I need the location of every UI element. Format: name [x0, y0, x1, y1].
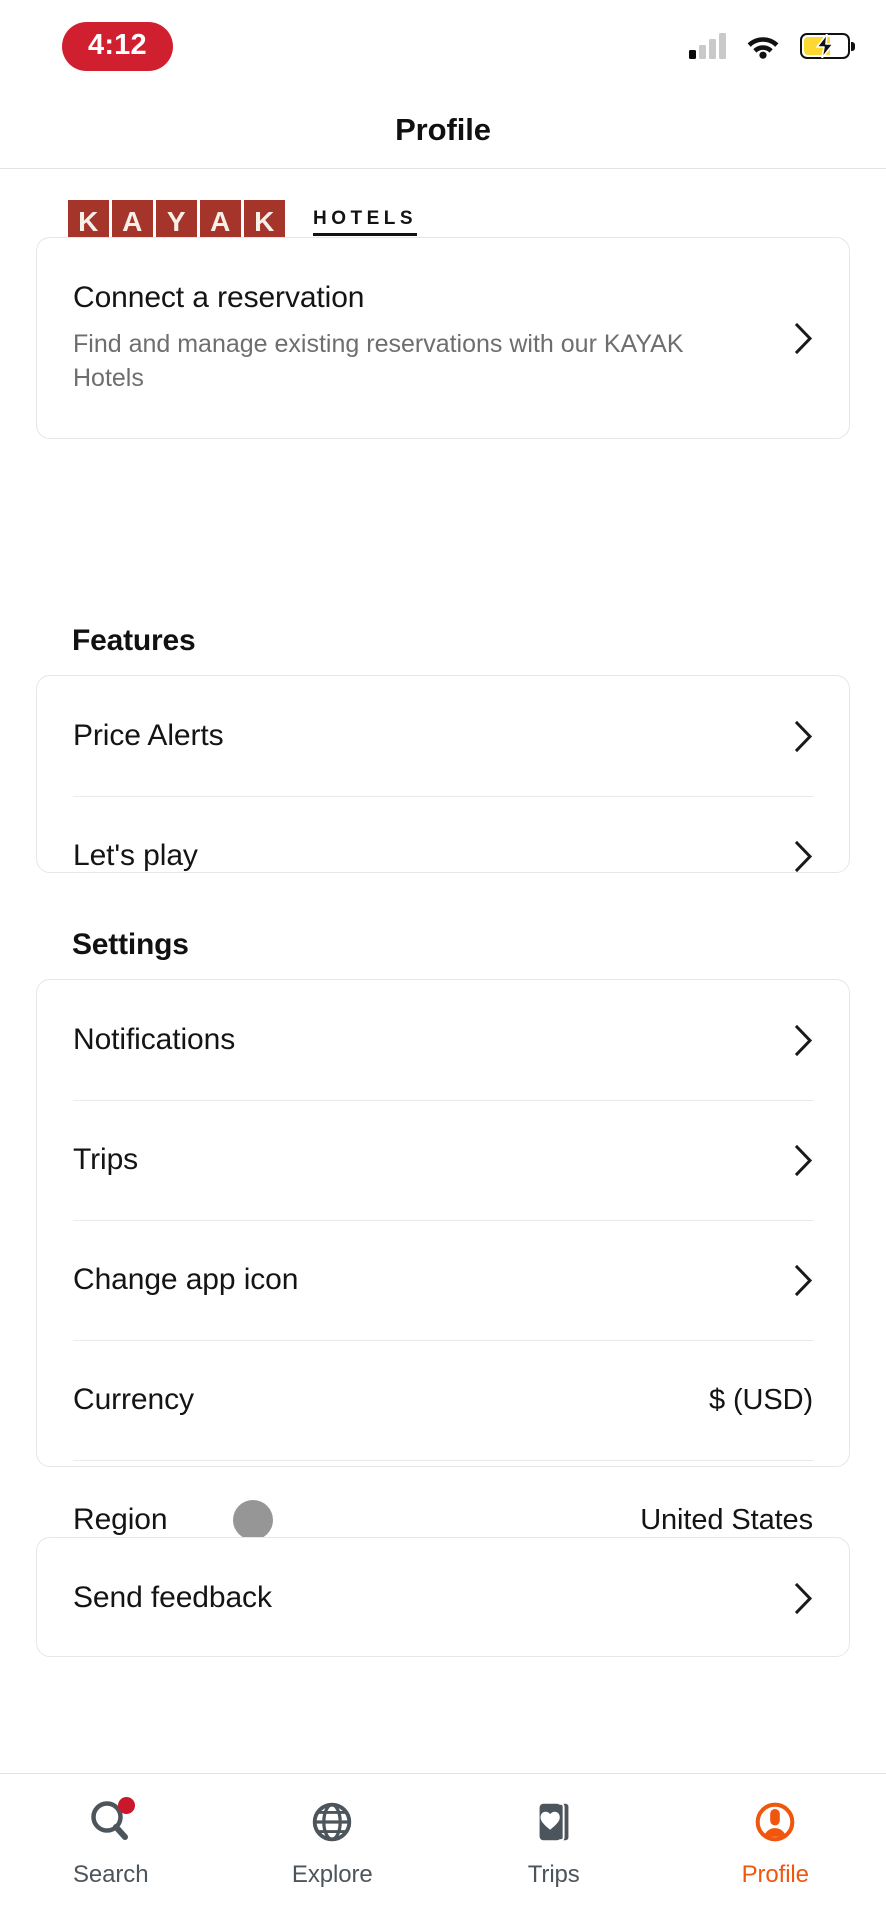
kayak-logo-subtitle: HOTELS — [313, 209, 418, 236]
chevron-right-icon — [795, 840, 813, 872]
list-item-send-feedback[interactable]: Send feedback — [37, 1538, 849, 1658]
connect-reservation-title: Connect a reservation — [73, 280, 365, 314]
chevron-right-icon — [795, 1582, 813, 1614]
status-bar: 4:12 — [0, 0, 886, 92]
list-item-label: Change app icon — [73, 1263, 299, 1296]
more-card: Send feedback — [36, 1537, 850, 1657]
list-item-label: Notifications — [73, 1023, 236, 1056]
list-item-label: Send feedback — [73, 1581, 272, 1614]
list-item-trips[interactable]: Trips — [37, 1100, 849, 1220]
list-item-lets-play[interactable]: Let's play — [37, 796, 849, 916]
features-card: Price Alerts Let's play — [36, 675, 850, 873]
search-icon — [85, 1796, 137, 1848]
list-item-change-app-icon[interactable]: Change app icon — [37, 1220, 849, 1340]
tab-profile[interactable]: Profile — [665, 1796, 886, 1889]
tab-explore[interactable]: Explore — [222, 1796, 444, 1889]
chevron-right-icon — [795, 1024, 813, 1056]
tab-search[interactable]: Search — [0, 1796, 222, 1889]
tab-label: Search — [73, 1861, 149, 1888]
tab-label: Trips — [527, 1861, 580, 1888]
tab-trips[interactable]: Trips — [443, 1796, 665, 1889]
page-title: Profile — [395, 112, 491, 147]
status-icon-group — [689, 33, 855, 59]
tab-label: Profile — [741, 1861, 809, 1888]
chevron-right-icon — [795, 322, 813, 354]
settings-card: Notifications Trips Change app icon Curr… — [36, 979, 850, 1540]
tab-label: Explore — [291, 1861, 373, 1888]
wifi-icon — [747, 37, 779, 59]
chevron-right-icon — [795, 1264, 813, 1296]
list-item-notifications[interactable]: Notifications — [37, 980, 849, 1100]
app-screen: 4:12 Profile K A Y A K HOTELS Connect a … — [0, 0, 886, 1920]
cards-heart-icon — [528, 1796, 580, 1848]
connect-reservation-card[interactable]: Connect a reservation Find and manage ex… — [36, 237, 850, 439]
connect-reservation-subtitle: Find and manage existing reservations wi… — [73, 329, 684, 392]
section-heading-settings: Settings — [72, 928, 189, 961]
list-item-currency[interactable]: Currency $ (USD) — [37, 1340, 849, 1460]
status-time-pill: 4:12 — [62, 21, 173, 71]
account-circle-icon — [749, 1796, 801, 1848]
touch-indicator — [233, 1500, 273, 1540]
scroll-content[interactable]: K A Y A K HOTELS Connect a reservation F… — [0, 169, 886, 1920]
cellular-signal-icon — [689, 33, 726, 59]
list-item-label: Currency — [73, 1383, 194, 1416]
page-header: Profile — [0, 92, 886, 168]
list-item-label: Region — [73, 1503, 168, 1536]
region-value: United States — [640, 1503, 813, 1536]
list-item-label: Price Alerts — [73, 719, 224, 752]
list-item-label: Let's play — [73, 839, 198, 872]
chevron-right-icon — [795, 720, 813, 752]
globe-icon — [306, 1796, 358, 1848]
battery-charging-icon — [800, 33, 855, 59]
list-item-price-alerts[interactable]: Price Alerts — [37, 676, 849, 796]
chevron-right-icon — [795, 1144, 813, 1176]
list-item-label: Trips — [73, 1143, 139, 1176]
bottom-tab-bar: Search Explore Trips Profile — [0, 1773, 886, 1920]
currency-value: $ (USD) — [708, 1383, 813, 1416]
section-heading-features: Features — [72, 624, 196, 657]
notification-badge — [117, 1797, 135, 1814]
